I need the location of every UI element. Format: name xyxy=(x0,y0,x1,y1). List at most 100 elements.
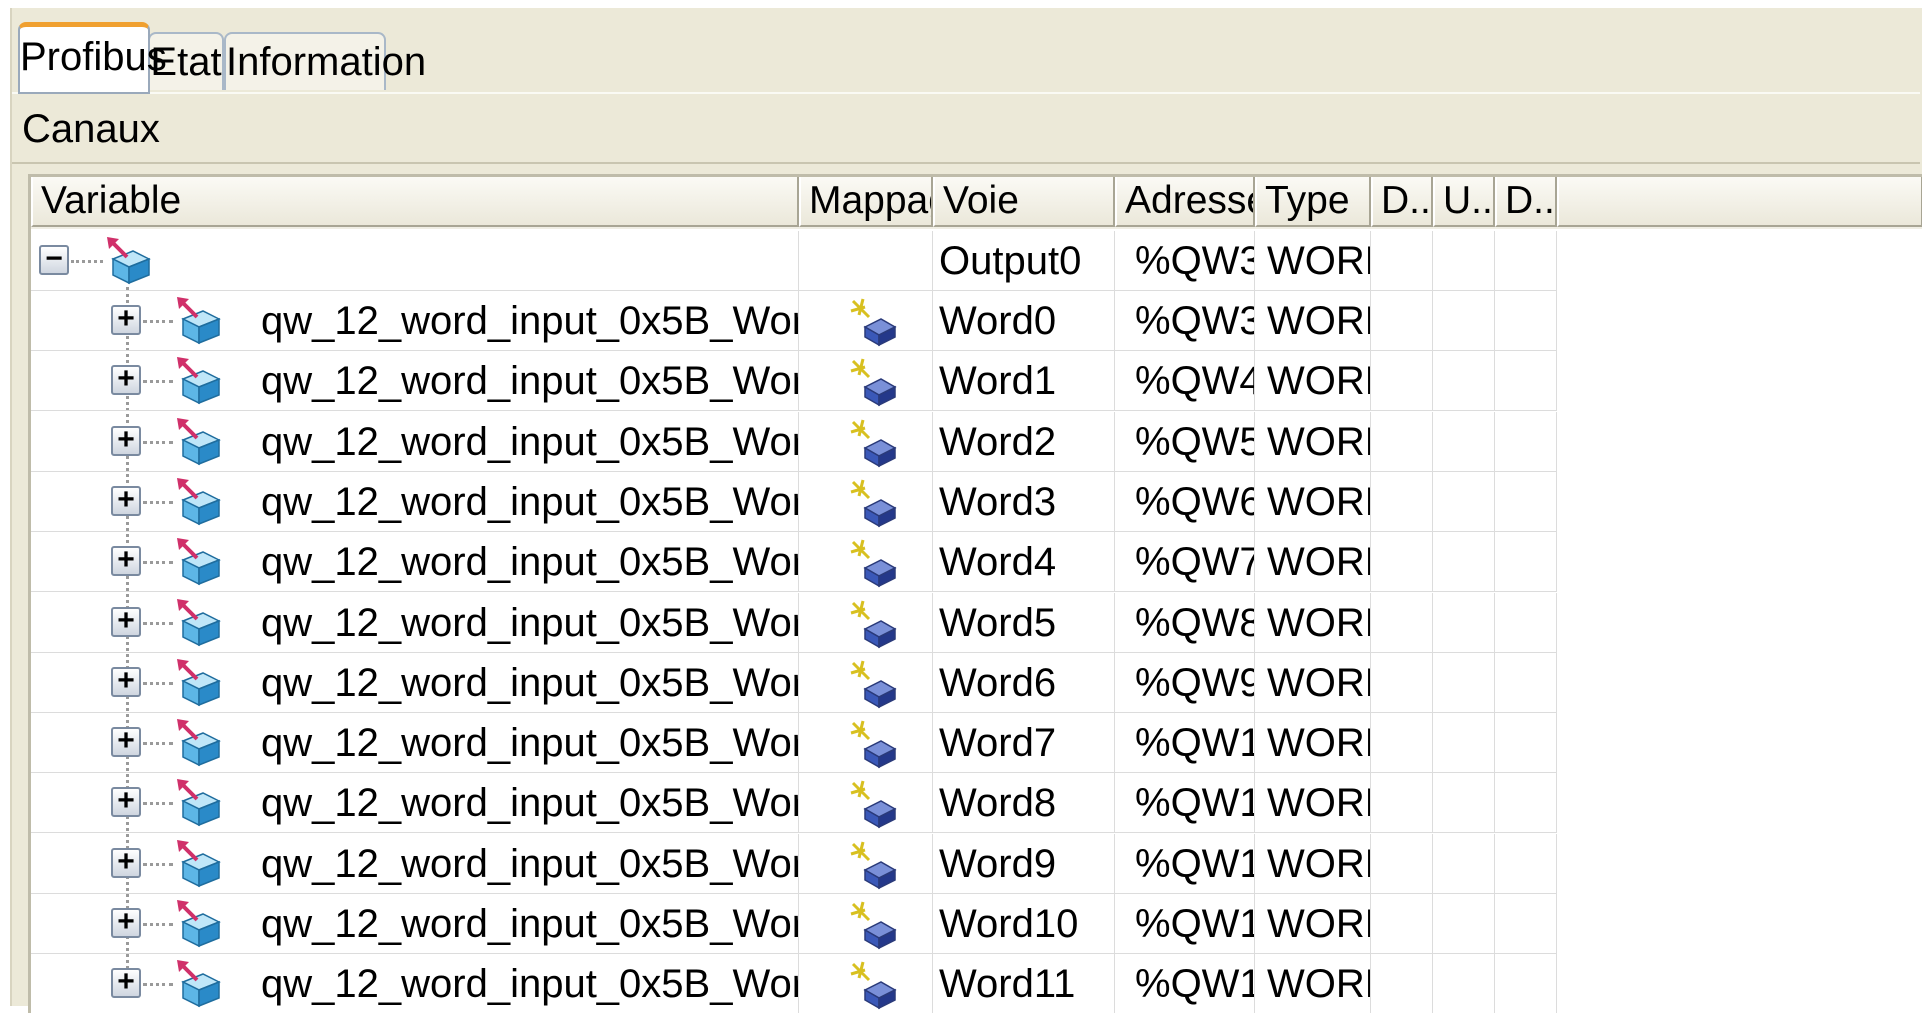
table-row[interactable]: + qw_12_word_input_0x5B_Word0 Word0 %QW3 WOR… xyxy=(31,291,1922,351)
table-row[interactable]: + qw_12_word_input_0x5B_Word6 Word6 %QW9 WOR… xyxy=(31,652,1922,713)
variable-name[interactable]: qw_12_word_input_0x5B_Word5 xyxy=(261,593,798,652)
type-cell: WORD xyxy=(1255,291,1371,351)
tab-bar: Profibus Etat Information xyxy=(18,14,1918,94)
adresse-cell: %QW14 xyxy=(1115,954,1255,1013)
table-row[interactable]: + qw_12_word_input_0x5B_Word1 Word1 %QW4 WOR… xyxy=(31,351,1922,412)
type-cell: WORD xyxy=(1255,652,1371,713)
mappage-cell xyxy=(799,652,933,713)
mapping-icon[interactable] xyxy=(847,779,903,829)
column-header-adresse[interactable]: Adresse xyxy=(1115,177,1255,227)
voie-cell: Word3 xyxy=(933,471,1115,532)
variable-name[interactable]: qw_12_word_input_0x5B_Word8 xyxy=(261,773,798,832)
expand-icon[interactable]: + xyxy=(111,846,141,878)
expand-icon[interactable]: + xyxy=(111,424,141,456)
d2-cell xyxy=(1495,894,1557,954)
mappage-cell xyxy=(799,351,933,412)
mappage-cell xyxy=(799,231,933,291)
d2-cell xyxy=(1495,351,1557,412)
canaux-group-header: Canaux xyxy=(12,92,1920,164)
variable-name[interactable]: qw_12_word_input_0x5B_Word7 xyxy=(261,713,798,772)
u-cell xyxy=(1433,592,1495,653)
column-header-d2[interactable]: D... xyxy=(1495,177,1557,227)
table-row[interactable]: + qw_12_word_input_0x5B_Word7 Word7%QW10WO… xyxy=(31,713,1922,774)
variable-name[interactable]: qw_12_word_input_0x5B_Word11 xyxy=(261,954,798,1013)
mapping-icon[interactable] xyxy=(847,900,903,950)
table-row[interactable]: + qw_12_word_input_0x5B_Word5 Word5 %QW8 WOR… xyxy=(31,592,1922,653)
expand-icon[interactable]: + xyxy=(111,545,141,577)
mapping-icon[interactable] xyxy=(847,297,903,347)
mapping-icon[interactable] xyxy=(847,960,903,1010)
variable-name[interactable]: qw_12_word_input_0x5B_Word3 xyxy=(261,472,798,531)
u-cell xyxy=(1433,773,1495,834)
tree-connector xyxy=(143,561,173,565)
variable-cell: + qw_12_word_input_0x5B_Word3 xyxy=(31,471,799,532)
d1-cell xyxy=(1371,894,1433,954)
variable-name[interactable]: qw_12_word_input_0x5B_Word4 xyxy=(261,532,798,591)
column-header-mappage[interactable]: Mappage xyxy=(799,177,933,227)
expand-icon[interactable]: + xyxy=(111,726,141,758)
variable-cell: − xyxy=(31,231,799,291)
expand-icon[interactable]: + xyxy=(111,364,141,396)
mapping-icon[interactable] xyxy=(847,659,903,709)
voie-cell: Word9 xyxy=(933,833,1115,894)
output-variable-icon xyxy=(175,599,225,649)
d2-cell xyxy=(1495,471,1557,532)
table-row[interactable]: + qw_12_word_input_0x5B_Word8 Word8%QW11WO… xyxy=(31,773,1922,834)
column-header-d1[interactable]: D... xyxy=(1371,177,1433,227)
table-row[interactable]: + qw_12_word_input_0x5B_Word2 Word2 %QW5 WOR… xyxy=(31,411,1922,472)
mapping-icon[interactable] xyxy=(847,719,903,769)
tree-connector xyxy=(143,862,173,866)
u-cell xyxy=(1433,411,1495,472)
column-header-voie[interactable]: Voie xyxy=(933,177,1115,227)
mapping-icon[interactable] xyxy=(847,418,903,468)
d1-cell xyxy=(1371,954,1433,1013)
u-cell xyxy=(1433,652,1495,713)
variable-name[interactable]: qw_12_word_input_0x5B_Word10 xyxy=(261,894,798,953)
tab-information[interactable]: Information xyxy=(224,32,426,90)
mapping-icon[interactable] xyxy=(847,840,903,890)
column-header-u[interactable]: U... xyxy=(1433,177,1495,227)
mapping-icon[interactable] xyxy=(847,599,903,649)
variable-cell: + qw_12_word_input_0x5B_Word2 xyxy=(31,411,799,472)
expand-icon[interactable]: + xyxy=(111,786,141,818)
table-row[interactable]: + qw_12_word_input_0x5B_Word3 Word3 %QW6 WOR… xyxy=(31,471,1922,532)
tree-connector xyxy=(143,500,173,504)
d2-cell xyxy=(1495,291,1557,351)
mapping-icon[interactable] xyxy=(847,357,903,407)
variable-cell: + qw_12_word_input_0x5B_Word4 xyxy=(31,532,799,593)
mappage-cell xyxy=(799,592,933,653)
variable-name[interactable]: qw_12_word_input_0x5B_Word1 xyxy=(261,351,798,410)
output-variable-icon xyxy=(175,418,225,468)
tab-profibus[interactable]: Profibus xyxy=(18,22,167,94)
variable-cell: + qw_12_word_input_0x5B_Word0 xyxy=(31,291,799,351)
collapse-icon[interactable]: − xyxy=(39,244,69,275)
d1-cell xyxy=(1371,291,1433,351)
variable-name[interactable]: qw_12_word_input_0x5B_Word2 xyxy=(261,412,798,471)
mappage-cell xyxy=(799,532,933,593)
table-row[interactable]: + qw_12_word_input_0x5B_Word9 Word9%QW12WO… xyxy=(31,833,1922,894)
expand-icon[interactable]: + xyxy=(111,907,141,938)
mapping-icon[interactable] xyxy=(847,538,903,588)
expand-icon[interactable]: + xyxy=(111,967,141,999)
tree-connector xyxy=(143,983,173,987)
table-row[interactable]: + qw_12_word_input_0x5B_Word4 Word4 %QW7 WOR… xyxy=(31,532,1922,593)
table-row-root[interactable]: − Output0 %QW3 WORD xyxy=(31,231,1922,291)
d1-cell xyxy=(1371,652,1433,713)
column-header-variable[interactable]: Variable xyxy=(31,177,799,227)
expand-icon[interactable]: + xyxy=(111,605,141,637)
d2-cell xyxy=(1495,773,1557,834)
expand-icon[interactable]: + xyxy=(111,665,141,697)
column-header-type[interactable]: Type xyxy=(1255,177,1371,227)
expand-icon[interactable]: + xyxy=(111,304,141,335)
mappage-cell xyxy=(799,773,933,834)
table-row[interactable]: + qw_12_word_input_0x5B_Word11 Word11%QW14… xyxy=(31,954,1922,1013)
type-cell: WORD xyxy=(1255,773,1371,834)
mapping-icon[interactable] xyxy=(847,478,903,528)
voie-cell: Word5 xyxy=(933,592,1115,653)
u-cell xyxy=(1433,291,1495,351)
table-row[interactable]: + qw_12_word_input_0x5B_Word10 Word10%QW13… xyxy=(31,894,1922,954)
expand-icon[interactable]: + xyxy=(111,484,141,516)
variable-name[interactable]: qw_12_word_input_0x5B_Word9 xyxy=(261,834,798,893)
variable-name[interactable]: qw_12_word_input_0x5B_Word0 xyxy=(261,291,798,350)
variable-name[interactable]: qw_12_word_input_0x5B_Word6 xyxy=(261,653,798,712)
